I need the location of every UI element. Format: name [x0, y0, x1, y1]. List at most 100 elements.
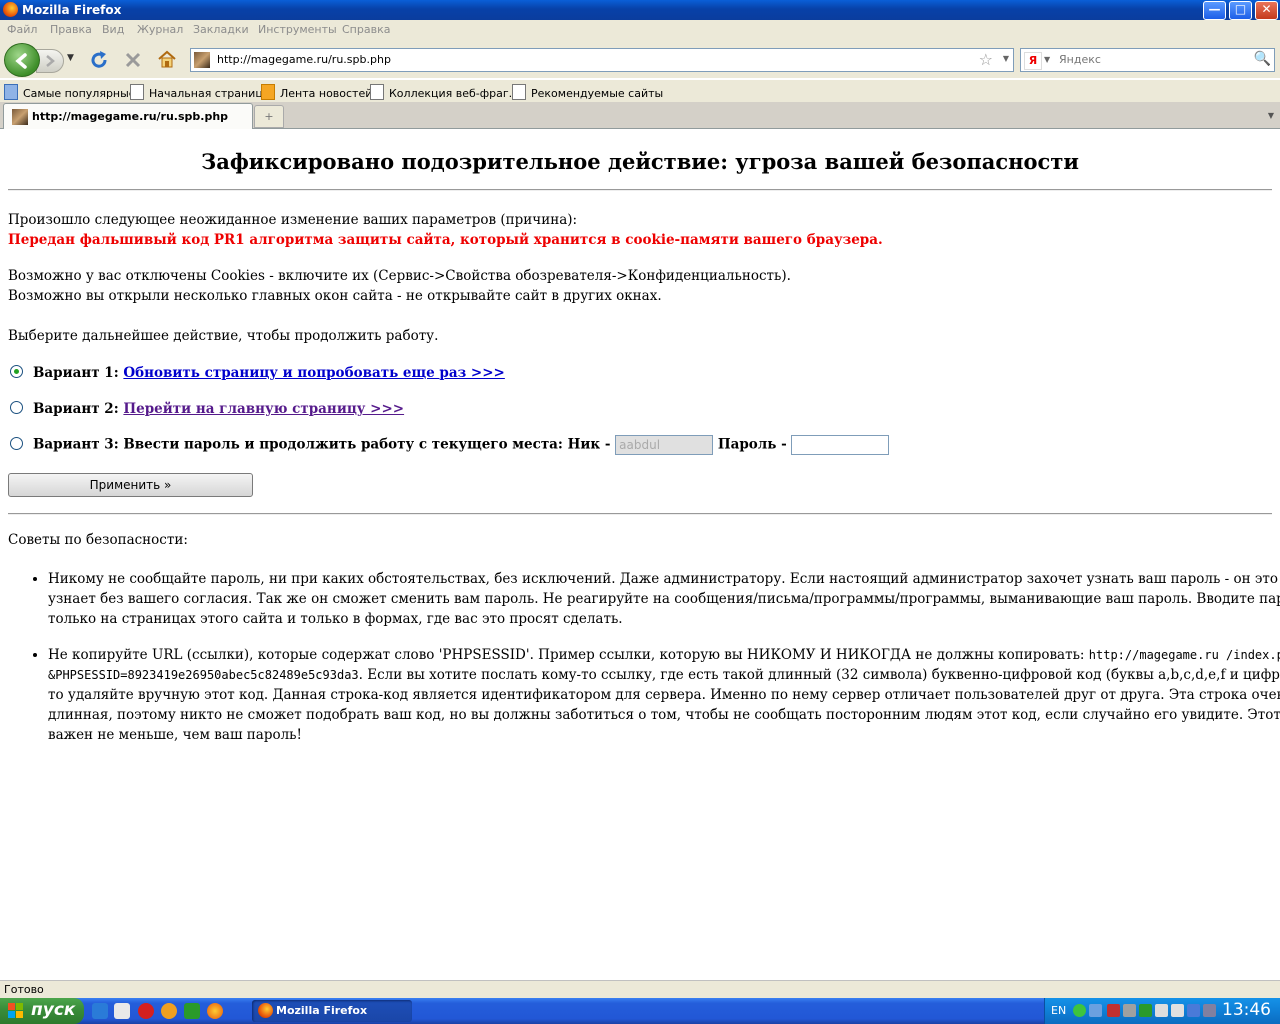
search-bar[interactable]: Я ▼ 🔍	[1020, 48, 1275, 72]
bookmark-label: Самые популярные	[23, 87, 136, 100]
menu-view[interactable]: Вид	[102, 23, 124, 36]
firefox-icon	[258, 1003, 273, 1018]
tips-title: Советы по безопасности:	[8, 532, 188, 548]
back-button[interactable]	[4, 43, 40, 77]
option-3-radio[interactable]	[10, 436, 23, 450]
reload-page-link[interactable]: Обновить страницу и попробовать еще раз …	[123, 365, 504, 381]
firefox-logo-icon	[3, 2, 18, 17]
divider	[8, 513, 1272, 515]
tray-icon[interactable]	[1073, 1004, 1086, 1017]
option-2: Вариант 2: Перейти на главную страницу >…	[10, 401, 404, 417]
tab-active[interactable]: http://magegame.ru/ru.spb.php	[3, 103, 253, 129]
menu-history[interactable]: Журнал	[137, 23, 183, 36]
start-button[interactable]: пуск	[0, 998, 84, 1024]
menu-help[interactable]: Справка	[342, 23, 390, 36]
main-page-link[interactable]: Перейти на главную страницу >>>	[123, 401, 404, 417]
bookmark-news-feed[interactable]: Лента новостей	[261, 84, 372, 100]
option-1-radio[interactable]	[10, 365, 23, 378]
volume-icon[interactable]	[1155, 1004, 1168, 1017]
bookmark-folder-icon	[4, 84, 18, 100]
bookmark-web-slices[interactable]: Коллекция веб-фраг...	[370, 84, 519, 100]
page-icon	[512, 84, 526, 100]
bookmark-most-visited[interactable]: Самые популярные	[4, 84, 136, 100]
url-dropdown-icon[interactable]: ▼	[1003, 54, 1009, 63]
bookmark-label: Рекомендуемые сайты	[531, 87, 664, 100]
url-text[interactable]: http://magegame.ru/ru.spb.php	[217, 53, 391, 66]
page-icon	[370, 84, 384, 100]
apply-button[interactable]: Применить »	[8, 473, 253, 497]
option-3-label: Вариант 3: Ввести пароль и продолжить ра…	[33, 436, 611, 453]
menu-tools[interactable]: Инструменты	[258, 23, 337, 36]
option-2-radio[interactable]	[10, 401, 23, 414]
tip-item: Никому не сообщайте пароль, ни при каких…	[48, 569, 1280, 629]
tray-icon[interactable]	[1139, 1004, 1152, 1017]
opera-quicklaunch-icon[interactable]	[138, 1003, 154, 1019]
menu-file[interactable]: Файл	[7, 23, 37, 36]
menu-bookmarks[interactable]: Закладки	[193, 23, 249, 36]
reload-icon[interactable]	[88, 49, 110, 71]
search-icon[interactable]: 🔍	[1254, 51, 1271, 67]
home-icon[interactable]	[156, 48, 178, 70]
tab-favicon-icon	[12, 109, 28, 125]
back-icon	[15, 53, 27, 69]
tray-icon[interactable]	[1107, 1004, 1120, 1017]
tips-list: Никому не сообщайте пароль, ни при каких…	[8, 569, 1280, 761]
page-icon	[130, 84, 144, 100]
language-indicator[interactable]: EN	[1051, 1004, 1066, 1017]
bookmark-home-page[interactable]: Начальная страница	[130, 84, 270, 100]
firefox-quicklaunch-icon[interactable]	[207, 1003, 223, 1019]
choose-text: Выберите дальнейшее действие, чтобы прод…	[8, 328, 439, 344]
clock[interactable]: 13:46	[1222, 1000, 1271, 1020]
window-title: Mozilla Firefox	[22, 3, 122, 17]
maximize-button[interactable]: □	[1229, 1, 1252, 20]
option-2-label: Вариант 2:	[33, 401, 119, 417]
tray-icon[interactable]	[1187, 1004, 1200, 1017]
star-icon[interactable]: ☆	[979, 50, 993, 69]
password-label: Пароль -	[717, 436, 787, 453]
menu-bar: Файл Правка Вид Журнал Закладки Инструме…	[0, 20, 1280, 40]
bookmark-label: Начальная страница	[149, 87, 270, 100]
window-titlebar: Mozilla Firefox — □ ✕	[0, 0, 1280, 20]
tray-icon[interactable]	[1171, 1004, 1184, 1017]
history-dropdown-icon[interactable]: ▼	[67, 53, 74, 63]
tray-icon[interactable]	[1203, 1004, 1216, 1017]
engine-dropdown-icon[interactable]: ▼	[1044, 55, 1050, 64]
tab-label: http://magegame.ru/ru.spb.php	[32, 110, 229, 123]
status-bar: Готово	[0, 980, 1280, 999]
rss-icon	[261, 84, 275, 100]
plus-icon: +	[264, 110, 274, 123]
site-favicon-icon	[194, 52, 210, 68]
forward-button[interactable]	[36, 49, 76, 73]
nick-input[interactable]	[615, 435, 714, 455]
bookmark-label: Коллекция веб-фраг...	[389, 87, 520, 100]
taskbar-firefox-button[interactable]: Mozilla Firefox	[252, 1000, 412, 1022]
tray-icon[interactable]	[1123, 1004, 1136, 1017]
bookmark-suggested-sites[interactable]: Рекомендуемые сайты	[512, 84, 663, 100]
tip-text: Не копируйте URL (ссылки), которые содер…	[48, 647, 1089, 663]
url-bar[interactable]: http://magegame.ru/ru.spb.php ☆ ▼	[190, 48, 1014, 72]
close-button[interactable]: ✕	[1255, 1, 1278, 20]
stop-icon[interactable]	[122, 49, 144, 71]
password-input[interactable]	[791, 435, 890, 455]
search-input[interactable]	[1057, 52, 1251, 67]
page-heading: Зафиксировано подозрительное действие: у…	[201, 149, 1079, 174]
ie-quicklaunch-icon[interactable]	[92, 1003, 108, 1019]
chevron-down-icon: ▼	[1267, 111, 1275, 120]
mail-quicklaunch-icon[interactable]	[161, 1003, 177, 1019]
system-tray: EN 13:46	[1044, 998, 1280, 1024]
network-icon[interactable]	[1089, 1004, 1102, 1017]
explorer-quicklaunch-icon[interactable]	[114, 1003, 130, 1019]
status-text: Готово	[4, 983, 44, 996]
yandex-engine-icon[interactable]: Я	[1024, 52, 1042, 70]
tab-list-button[interactable]: ▼	[1264, 106, 1278, 126]
menu-edit[interactable]: Правка	[50, 23, 92, 36]
cookies-hint: Возможно у вас отключены Cookies - включ…	[8, 268, 791, 284]
app-quicklaunch-icon[interactable]	[184, 1003, 200, 1019]
warning-reason: Передан фальшивый код PR1 алгоритма защи…	[8, 232, 883, 248]
option-1-label: Вариант 1:	[33, 365, 119, 381]
windows-flag-icon	[8, 1003, 25, 1019]
minimize-button[interactable]: —	[1203, 1, 1226, 20]
forward-icon	[46, 55, 76, 67]
new-tab-button[interactable]: +	[254, 105, 284, 128]
page-content: Зафиксировано подозрительное действие: у…	[0, 129, 1280, 980]
